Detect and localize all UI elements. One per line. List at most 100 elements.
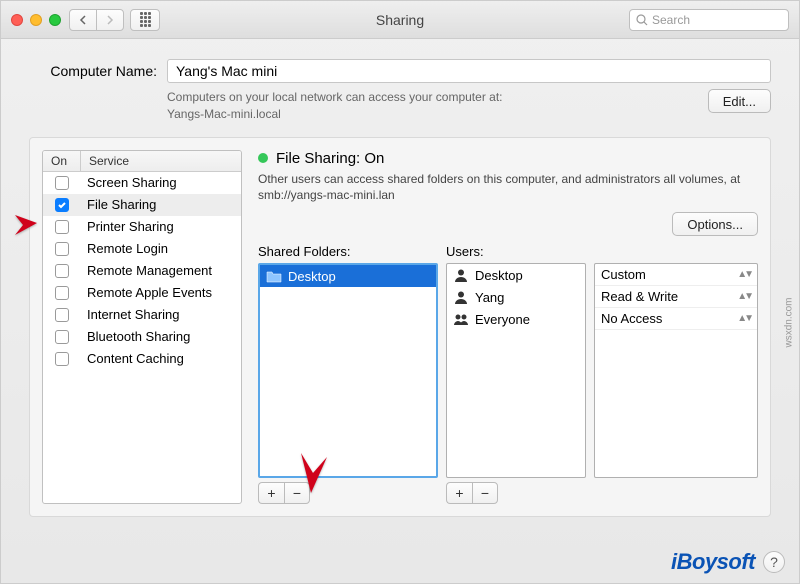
folder-icon [266, 269, 282, 283]
search-placeholder: Search [652, 13, 690, 27]
options-button[interactable]: Options... [672, 212, 758, 236]
permission-label: Read & Write [601, 289, 678, 304]
users-list[interactable]: Desktop Yang Everyone [446, 263, 586, 477]
user-row[interactable]: Yang [447, 286, 585, 308]
header-service: Service [81, 151, 241, 171]
sharing-preferences-window: Sharing Search Computer Name: Computers … [0, 0, 800, 584]
service-row-remote-apple-events[interactable]: Remote Apple Events [43, 282, 241, 304]
stepper-icon[interactable]: ▲▼ [737, 269, 751, 280]
user-label: Desktop [475, 268, 523, 283]
service-row-remote-management[interactable]: Remote Management [43, 260, 241, 282]
service-label: Remote Login [81, 241, 241, 256]
close-icon[interactable] [11, 14, 23, 26]
service-checkbox[interactable] [55, 352, 69, 366]
window-title: Sharing [376, 12, 424, 28]
remove-folder-button[interactable]: − [284, 482, 310, 504]
service-row-content-caching[interactable]: Content Caching [43, 348, 241, 370]
footer: iBoysoft ? [671, 549, 785, 575]
status-line: File Sharing: On [258, 150, 758, 167]
show-all-button[interactable] [130, 9, 160, 31]
shared-folders-label: Shared Folders: [258, 244, 438, 259]
service-checkbox[interactable] [55, 330, 69, 344]
service-checkbox[interactable] [55, 308, 69, 322]
status-label: File Sharing: On [276, 150, 384, 167]
permissions-list[interactable]: Custom ▲▼ Read & Write ▲▼ No Access ▲▼ [594, 263, 758, 477]
service-label: Screen Sharing [81, 175, 241, 190]
add-folder-button[interactable]: + [258, 482, 284, 504]
permission-row[interactable]: Read & Write ▲▼ [595, 286, 757, 308]
services-column: On Service Screen Sharing File Sharing Pri… [42, 150, 242, 504]
status-dot-icon [258, 153, 268, 163]
service-label: Remote Management [81, 263, 241, 278]
brand-logo: iBoysoft [671, 549, 755, 575]
sharing-panel: On Service Screen Sharing File Sharing Pri… [29, 137, 771, 517]
computer-name-label: Computer Name: [29, 63, 157, 79]
folder-label: Desktop [288, 269, 336, 284]
service-label: Remote Apple Events [81, 285, 241, 300]
service-row-remote-login[interactable]: Remote Login [43, 238, 241, 260]
service-row-printer-sharing[interactable]: Printer Sharing [43, 216, 241, 238]
folder-row[interactable]: Desktop [260, 265, 436, 287]
search-input[interactable]: Search [629, 9, 789, 31]
remove-user-button[interactable]: − [472, 482, 498, 504]
service-row-bluetooth-sharing[interactable]: Bluetooth Sharing [43, 326, 241, 348]
sharing-columns: Shared Folders: Desktop + − Users: Deskt… [258, 244, 758, 503]
permissions-column: Custom ▲▼ Read & Write ▲▼ No Access ▲▼ [594, 244, 758, 503]
service-label: Printer Sharing [81, 219, 241, 234]
stepper-icon[interactable]: ▲▼ [737, 291, 751, 302]
window-controls [11, 14, 61, 26]
users-label: Users: [446, 244, 586, 259]
services-header: On Service [43, 151, 241, 172]
computer-name-row: Computer Name: [29, 59, 771, 83]
user-label: Yang [475, 290, 504, 305]
grid-icon [140, 12, 151, 27]
help-button[interactable]: ? [763, 551, 785, 573]
add-user-button[interactable]: + [446, 482, 472, 504]
content-area: Computer Name: Computers on your local n… [1, 39, 799, 527]
service-detail: File Sharing: On Other users can access … [258, 150, 758, 504]
service-checkbox[interactable] [55, 264, 69, 278]
chevron-right-icon [106, 15, 114, 25]
zoom-icon[interactable] [49, 14, 61, 26]
chevron-left-icon [79, 15, 87, 25]
permission-label: Custom [601, 267, 646, 282]
user-row[interactable]: Desktop [447, 264, 585, 286]
permission-row[interactable]: No Access ▲▼ [595, 308, 757, 330]
shared-folders-column: Shared Folders: Desktop + − [258, 244, 438, 503]
group-icon [453, 312, 469, 326]
user-label: Everyone [475, 312, 530, 327]
service-label: Internet Sharing [81, 307, 241, 322]
service-checkbox[interactable] [55, 242, 69, 256]
services-table: On Service Screen Sharing File Sharing Pri… [42, 150, 242, 504]
forward-button[interactable] [96, 9, 124, 31]
shared-folders-list[interactable]: Desktop [258, 263, 438, 477]
service-description: Other users can access shared folders on… [258, 171, 758, 205]
minimize-icon[interactable] [30, 14, 42, 26]
person-icon [453, 268, 469, 282]
service-checkbox[interactable] [55, 286, 69, 300]
stepper-icon[interactable]: ▲▼ [737, 313, 751, 324]
permission-label: No Access [601, 311, 662, 326]
service-checkbox[interactable] [55, 220, 69, 234]
service-label: Bluetooth Sharing [81, 329, 241, 344]
users-column: Users: Desktop Yang Everyone + − [446, 244, 586, 503]
service-checkbox[interactable] [55, 176, 69, 190]
computer-name-field[interactable] [167, 59, 771, 83]
folders-plusminus: + − [258, 482, 438, 504]
user-row[interactable]: Everyone [447, 308, 585, 330]
search-icon [636, 14, 648, 26]
service-label: Content Caching [81, 351, 241, 366]
edit-button[interactable]: Edit... [708, 89, 771, 113]
watermark: wsxdn.com [784, 298, 795, 348]
person-icon [453, 290, 469, 304]
users-plusminus: + − [446, 482, 586, 504]
service-checkbox[interactable] [55, 198, 69, 212]
header-on: On [43, 151, 81, 171]
back-button[interactable] [69, 9, 97, 31]
computer-name-info: Computers on your local network can acce… [167, 89, 698, 123]
service-row-file-sharing[interactable]: File Sharing [43, 194, 241, 216]
service-row-internet-sharing[interactable]: Internet Sharing [43, 304, 241, 326]
permission-row[interactable]: Custom ▲▼ [595, 264, 757, 286]
titlebar: Sharing Search [1, 1, 799, 39]
service-row-screen-sharing[interactable]: Screen Sharing [43, 172, 241, 194]
